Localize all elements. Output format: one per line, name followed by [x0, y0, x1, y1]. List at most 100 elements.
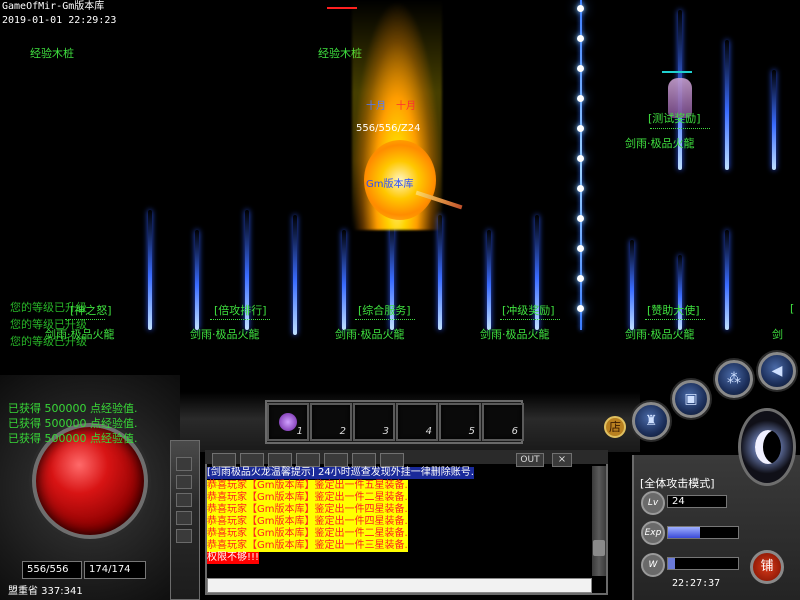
belt-slot-6[interactable]: 6: [482, 403, 524, 441]
npc-subtitle: 剑雨·极品火龍: [480, 328, 550, 341]
light-beam: [148, 210, 152, 330]
training-stake-label[interactable]: 经验木桩: [30, 45, 74, 61]
bag-button[interactable]: ▣: [672, 380, 710, 418]
light-dot: [577, 65, 584, 72]
group-button[interactable]: ⁂: [715, 360, 753, 398]
game-clock: 22:27:37: [672, 578, 721, 589]
chat-mode-button[interactable]: [380, 453, 404, 467]
npc-hp-bar: [662, 71, 692, 73]
belt-slot-1[interactable]: 1: [267, 403, 309, 441]
chat-message: 恭喜玩家【Gm版本库】鉴定出一件四星装备.: [207, 504, 408, 516]
npc-title[interactable]: [赞助大使]: [647, 302, 700, 318]
bag-icon: ▣: [684, 391, 698, 407]
chat-message: 恭喜玩家【Gm版本库】鉴定出一件二星装备.: [207, 528, 408, 540]
exp-icon: Exp: [641, 521, 665, 545]
npc-title[interactable]: [综合服务]: [358, 302, 411, 318]
light-beam: [725, 230, 729, 330]
chat-input[interactable]: [207, 578, 592, 593]
exp-message: 已获得 500000 点经验值.: [8, 417, 138, 430]
light-beam: [342, 230, 346, 330]
chat-close-button[interactable]: ×: [552, 453, 572, 467]
chat-mode-button[interactable]: [324, 453, 348, 467]
shop-button[interactable]: 铺: [750, 550, 784, 584]
chat-message: 恭喜玩家【Gm版本库】鉴定出一件二星装备.: [207, 492, 408, 504]
light-dot: [577, 95, 584, 102]
character-button[interactable]: ♜: [632, 402, 670, 440]
light-beam: [293, 215, 297, 335]
weight-bar: [667, 557, 739, 570]
chat-scrollbar[interactable]: [592, 466, 606, 576]
npc-title[interactable]: [倍攻排行]: [214, 302, 267, 318]
game-world[interactable]: GameOfMir-Gm版本库 2019-01-01 22:29:23 经验木桩…: [0, 0, 800, 395]
light-dot: [577, 125, 584, 132]
chat-toolbar: [205, 450, 608, 464]
belt-slot-2[interactable]: 2: [310, 403, 352, 441]
chat-message: 权限不够!!!: [207, 552, 260, 564]
divider: [500, 319, 560, 320]
chat-message: [剑雨极品火龙温馨提示] 24小时巡查发现外挂一律删除账号.: [207, 467, 474, 479]
side-button[interactable]: [176, 493, 192, 507]
potion-icon: [279, 413, 297, 431]
group-icon: ⁂: [727, 371, 741, 387]
chat-message: 恭喜玩家【Gm版本库】鉴定出一件四星装备.: [207, 516, 408, 528]
chat-out-button[interactable]: OUT: [516, 453, 544, 467]
player-name-label[interactable]: Gm版本库: [366, 175, 414, 190]
level-value: 24: [667, 495, 727, 508]
chat-mode-button[interactable]: [240, 453, 264, 467]
npc-subtitle: 剑雨·极品火龍: [335, 328, 405, 341]
belt-slot-number: 5: [468, 426, 475, 437]
light-beam: [487, 230, 491, 330]
npc-subtitle: 剑: [772, 328, 783, 341]
side-button[interactable]: [176, 457, 192, 471]
npc-subtitle: 剑雨·极品火龍: [625, 137, 695, 150]
npc-title[interactable]: [神之怒]: [70, 302, 112, 318]
light-beam: [772, 70, 776, 170]
sound-button[interactable]: ◀: [758, 352, 796, 390]
store-button[interactable]: 店: [604, 416, 626, 438]
divider: [210, 319, 270, 320]
side-button[interactable]: [176, 511, 192, 525]
chat-mode-button[interactable]: [296, 453, 320, 467]
divider: [355, 319, 415, 320]
belt-slot-number: 6: [511, 426, 518, 437]
moon-icon: [755, 430, 781, 464]
chat-message: 恭喜玩家【Gm版本库】鉴定出一件三星装备.: [207, 540, 408, 552]
light-beam: [630, 240, 634, 330]
version-label: GameOfMir-Gm版本库: [2, 1, 105, 12]
belt-slot-number: 4: [425, 426, 432, 437]
light-dot: [577, 305, 584, 312]
level-icon: Lv: [641, 491, 665, 515]
player-guild-tag2: 十月: [396, 101, 416, 112]
chat-mode-button[interactable]: [212, 453, 236, 467]
chat-message: 恭喜玩家【Gm版本库】鉴定出一件五星装备.: [207, 480, 408, 492]
light-dot: [577, 185, 584, 192]
npc-title[interactable]: [: [790, 302, 794, 315]
exp-message: 已获得 500000 点经验值.: [8, 402, 138, 415]
npc-title[interactable]: [冲级奖励]: [502, 302, 555, 318]
player-guild-tag: 十月: [366, 101, 386, 112]
chat-mode-button[interactable]: [268, 453, 292, 467]
light-beam: [725, 40, 729, 170]
side-button[interactable]: [176, 475, 192, 489]
belt-slot-4[interactable]: 4: [396, 403, 438, 441]
divider: [645, 319, 705, 320]
side-button[interactable]: [176, 529, 192, 543]
light-dot: [577, 35, 584, 42]
hp-value: 556/556: [22, 561, 82, 579]
belt-slot-3[interactable]: 3: [353, 403, 395, 441]
divider: [650, 128, 710, 129]
weight-bar-fill: [668, 558, 675, 569]
attack-mode-label[interactable]: [全体攻击模式]: [640, 475, 715, 491]
chat-scroll-thumb[interactable]: [593, 540, 605, 556]
npc-subtitle: 剑雨·极品火龍: [625, 328, 695, 341]
weight-icon: W: [641, 553, 665, 577]
light-dot: [577, 5, 584, 12]
location-label: 盟重省 337:341: [8, 586, 83, 597]
light-dot: [577, 155, 584, 162]
chat-mode-button[interactable]: [352, 453, 376, 467]
exp-message: 已获得 500000 点经验值.: [8, 432, 138, 445]
light-dot: [577, 245, 584, 252]
npc-title-test-reward[interactable]: [测试奖励]: [648, 110, 701, 126]
character-icon: ♜: [644, 413, 658, 429]
belt-slot-5[interactable]: 5: [439, 403, 481, 441]
